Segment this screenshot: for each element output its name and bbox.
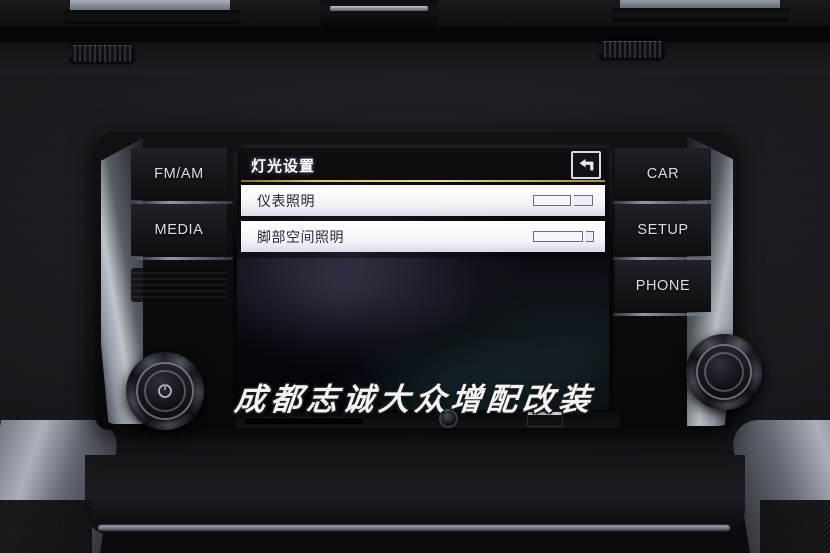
car-button-label: CAR	[646, 166, 680, 182]
lcd-display[interactable]: 灯光设置 仪表照明 脚部空间照明	[237, 148, 609, 410]
port-strip	[235, 409, 620, 428]
tune-knob-ring-inner	[703, 351, 745, 393]
dashboard-vent-band	[0, 0, 830, 74]
screenshot-stage: FM/AM MEDIA CAR SETUP PHONE 灯光设置 仪表照明 脚部…	[0, 0, 830, 553]
brightness-slider-footwell[interactable]	[533, 231, 595, 243]
setup-button-label: SETUP	[637, 222, 689, 238]
console-side-panel-left	[0, 500, 92, 553]
speaker-grille-left	[131, 268, 227, 302]
console-side-panel-right	[760, 500, 830, 553]
vent-shadow-gap	[0, 26, 830, 42]
usb-port[interactable]	[527, 411, 563, 427]
list-item-label: 脚部空间照明	[257, 228, 344, 245]
left-button-column: FM/AM MEDIA	[131, 148, 233, 302]
tune-knob-ring-outer	[695, 343, 753, 401]
power-knob-ring-outer	[136, 362, 194, 420]
lcd-empty-area	[237, 258, 609, 410]
car-button[interactable]: CAR	[609, 148, 711, 204]
media-button-label: MEDIA	[154, 222, 204, 238]
fm-am-button-label: FM/AM	[154, 166, 204, 182]
vent-slot-right	[612, 8, 790, 22]
console-bottom-chrome	[98, 525, 730, 531]
list-item-label: 仪表照明	[257, 192, 315, 209]
console-lower-shelf	[85, 455, 745, 535]
list-item[interactable]: 仪表照明	[241, 185, 605, 216]
setup-button[interactable]: SETUP	[609, 204, 711, 260]
power-knob-ring-inner	[144, 370, 186, 412]
fm-am-button[interactable]: FM/AM	[131, 148, 233, 204]
vent-adjust-knob-left[interactable]	[65, 44, 134, 63]
media-button[interactable]: MEDIA	[131, 204, 233, 260]
vent-slot-left	[64, 10, 240, 24]
title-accent-rule	[241, 180, 605, 182]
right-button-column: CAR SETUP PHONE	[609, 148, 711, 316]
back-arrow-icon[interactable]	[571, 151, 601, 179]
brightness-slider-instrument[interactable]	[533, 195, 595, 207]
center-vent-housing	[320, 0, 438, 26]
tune-knob[interactable]	[686, 334, 762, 410]
power-volume-knob[interactable]	[126, 352, 204, 430]
sd-card-slot[interactable]	[245, 416, 363, 424]
page-title: 灯光设置	[251, 157, 316, 175]
power-icon	[158, 383, 172, 398]
screen-title-bar: 灯光设置	[237, 148, 609, 182]
aux-jack[interactable]	[439, 409, 458, 428]
settings-list: 仪表照明 脚部空间照明	[237, 182, 609, 252]
center-vent-chrome	[330, 6, 428, 11]
phone-button-label: PHONE	[635, 278, 691, 294]
list-item[interactable]: 脚部空间照明	[241, 221, 605, 252]
phone-button[interactable]: PHONE	[609, 260, 711, 316]
screen-bezel: 灯光设置 仪表照明 脚部空间照明	[233, 144, 613, 414]
vent-adjust-knob-right[interactable]	[595, 40, 664, 59]
